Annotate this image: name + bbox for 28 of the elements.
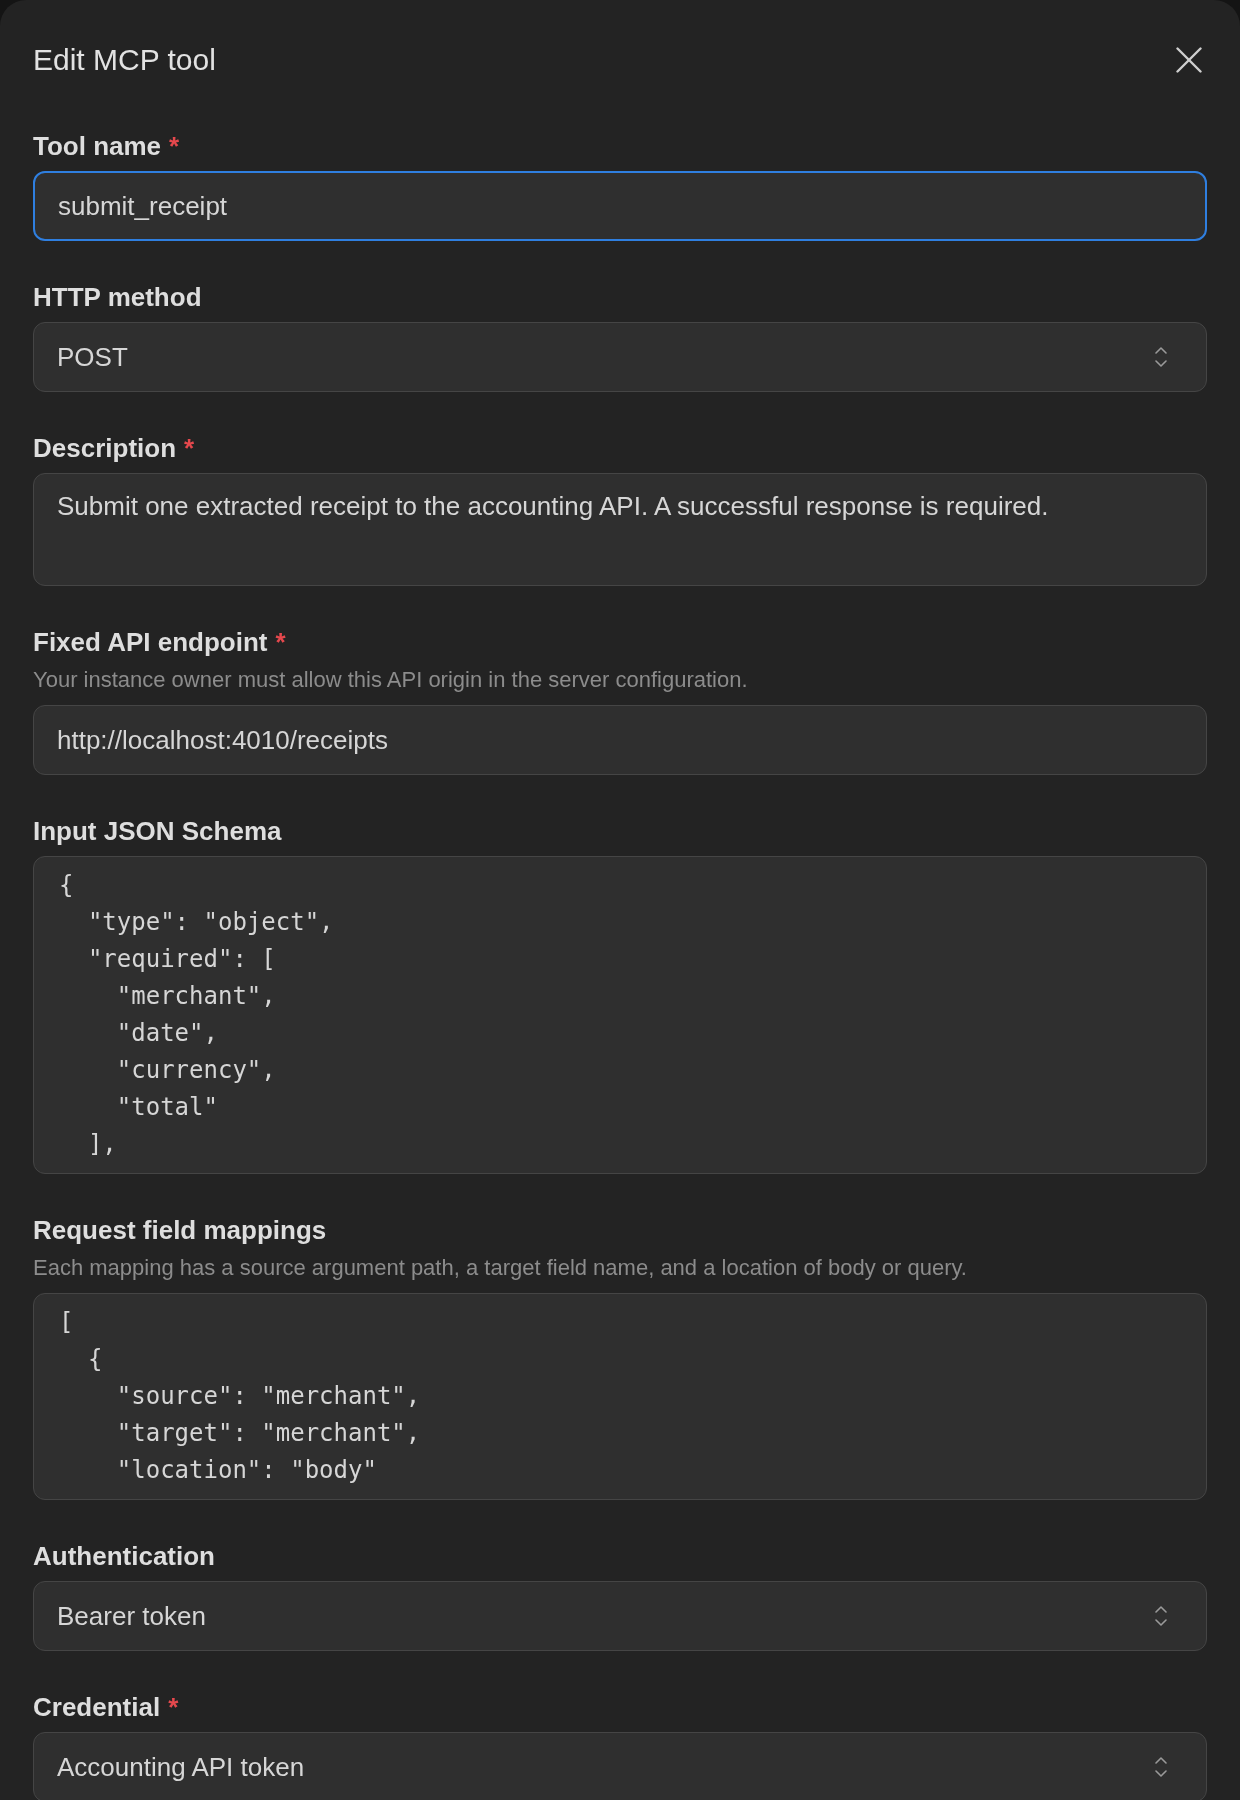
field-label: Description [33,432,177,464]
field-label: Input JSON Schema [33,815,282,847]
dropdown-select[interactable]: POST [33,322,1207,392]
required-asterisk: * [275,626,286,658]
text-area[interactable]: Submit one extracted receipt to the accounting API. A successful response is required. [33,473,1207,586]
code-editor[interactable]: { "type": "object", "required": [ "merchant", "date", "currency", "total" ], [33,856,1207,1174]
text-input[interactable]: http://localhost:4010/receipts [33,705,1207,775]
help-text: Your instance owner must allow this API origin in the server configuration. [33,666,749,694]
field-label: Credential [33,1691,161,1723]
up-down-chevron-icon [1155,1755,1167,1779]
help-text: Each mapping has a source argument path, a target field name, and a location of body or query. [33,1254,968,1282]
field-label: HTTP method [33,281,202,313]
close-icon [1176,47,1202,73]
up-down-chevron-icon [1155,345,1167,369]
required-asterisk: * [168,1691,179,1723]
field-label: Fixed API endpoint [33,626,268,658]
code-editor[interactable]: [ { "source": "merchant", "target": "merchant", "location": "body" [33,1293,1207,1500]
field-label: Request field mappings [33,1214,327,1246]
up-down-chevron-icon [1155,1604,1167,1628]
required-asterisk: * [184,432,195,464]
close-button[interactable] [1176,47,1202,73]
dropdown-select[interactable]: Accounting API token [33,1732,1207,1800]
field-label: Tool name [33,130,162,162]
required-asterisk: * [169,130,180,162]
text-input[interactable]: submit_receipt [33,171,1207,241]
dialog-title: Edit MCP tool [33,42,216,78]
field-label: Authentication [33,1540,215,1572]
dropdown-select[interactable]: Bearer token [33,1581,1207,1651]
